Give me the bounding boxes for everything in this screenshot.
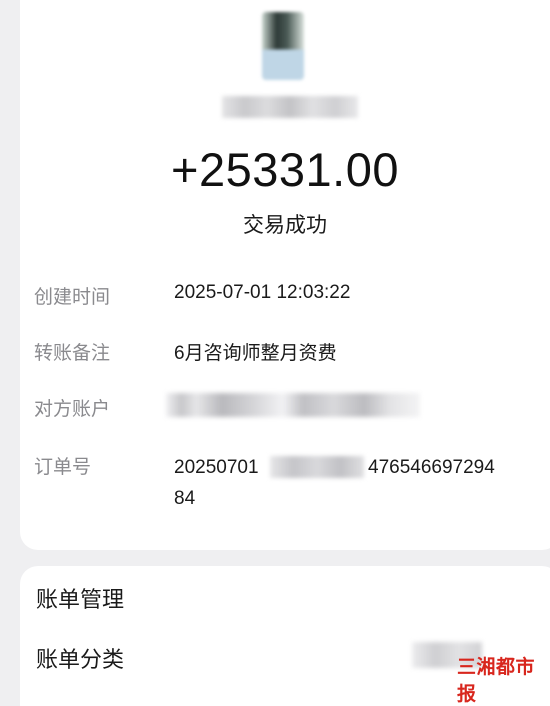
- order-number-value[interactable]: 20250701 476546697294 84: [174, 452, 514, 514]
- order-number-prefix: 20250701: [174, 457, 259, 478]
- watermark-logo: 三湘都市报: [457, 657, 536, 705]
- transaction-status: 交易成功: [243, 214, 327, 237]
- order-number-redacted: [270, 456, 364, 478]
- payer-name-redacted: [222, 96, 358, 118]
- memo-value: 6月咨询师整月资费: [174, 343, 337, 364]
- transaction-amount: +25331.00: [171, 143, 399, 196]
- bill-category-item[interactable]: 账单分类: [36, 642, 124, 674]
- counterparty-account-label: 对方账户: [34, 399, 111, 420]
- created-time-label: 创建时间: [34, 287, 111, 308]
- order-number-label: 订单号: [34, 457, 92, 478]
- created-time-value: 2025-07-01 12:03:22: [174, 282, 351, 303]
- order-number-line2: 84: [174, 488, 196, 509]
- memo-label: 转账备注: [34, 343, 111, 364]
- counterparty-account-redacted: [166, 393, 420, 417]
- order-number-suffix: 476546697294: [368, 457, 495, 478]
- bill-management-item[interactable]: 账单管理: [36, 582, 124, 614]
- payer-avatar: [262, 12, 304, 80]
